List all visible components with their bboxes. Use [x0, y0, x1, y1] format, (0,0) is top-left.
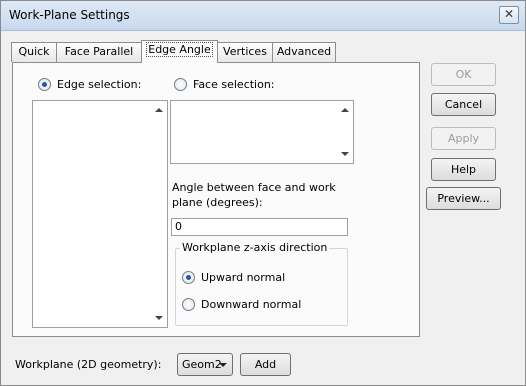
downward-normal-label: Downward normal [201, 298, 302, 311]
edge-selection-list[interactable] [32, 100, 168, 328]
edge-selection-label: Edge selection: [57, 78, 142, 91]
zaxis-group-title: Workplane z-axis direction [180, 241, 330, 254]
angle-label-line2: plane (degrees): [172, 196, 263, 209]
radio-checked-icon [38, 78, 51, 91]
upward-normal-radio[interactable]: Upward normal [182, 271, 285, 284]
edge-list-scrollbar[interactable] [150, 101, 167, 327]
close-icon[interactable]: ✕ [499, 6, 519, 24]
geometry-dropdown[interactable]: Geom2 [177, 353, 233, 376]
geometry-dropdown-value: Geom2 [182, 358, 222, 371]
zaxis-direction-group: Workplane z-axis direction Upward normal… [175, 241, 348, 326]
tab-quick[interactable]: Quick [11, 42, 57, 62]
window-title: Work-Plane Settings [9, 8, 130, 22]
face-selection-label: Face selection: [193, 78, 275, 91]
title-bar[interactable]: Work-Plane Settings ✕ [1, 1, 525, 31]
work-plane-settings-dialog: Work-Plane Settings ✕ Quick Face Paralle… [0, 0, 526, 386]
face-list-scrollbar[interactable] [336, 101, 353, 163]
scroll-up-arrow-icon[interactable] [155, 108, 163, 112]
angle-input[interactable]: 0 [171, 218, 348, 236]
add-button[interactable]: Add [240, 353, 291, 376]
tab-edge-angle[interactable]: Edge Angle [141, 40, 218, 63]
radio-checked-icon [182, 271, 195, 284]
radio-unchecked-icon [182, 298, 195, 311]
tab-face-parallel[interactable]: Face Parallel [56, 42, 142, 62]
apply-button[interactable]: Apply [431, 127, 496, 150]
edge-angle-panel: Edge selection: Face selection: Angle be… [12, 62, 420, 337]
help-button[interactable]: Help [431, 158, 496, 181]
scroll-down-arrow-icon[interactable] [155, 316, 163, 320]
face-selection-radio[interactable]: Face selection: [174, 78, 275, 91]
angle-label-line1: Angle between face and work [172, 181, 336, 194]
tab-vertices[interactable]: Vertices [217, 42, 273, 62]
radio-unchecked-icon [174, 78, 187, 91]
scroll-up-arrow-icon[interactable] [341, 108, 349, 112]
chevron-down-icon [219, 363, 227, 367]
downward-normal-radio[interactable]: Downward normal [182, 298, 301, 311]
edge-selection-radio[interactable]: Edge selection: [38, 78, 141, 91]
upward-normal-label: Upward normal [201, 271, 286, 284]
cancel-button[interactable]: Cancel [431, 93, 496, 116]
ok-button[interactable]: OK [431, 63, 496, 86]
tab-advanced[interactable]: Advanced [272, 42, 336, 62]
scroll-down-arrow-icon[interactable] [341, 152, 349, 156]
workplane-label: Workplane (2D geometry): [15, 358, 162, 371]
preview-button[interactable]: Preview... [426, 187, 501, 210]
face-selection-list[interactable] [170, 100, 354, 164]
